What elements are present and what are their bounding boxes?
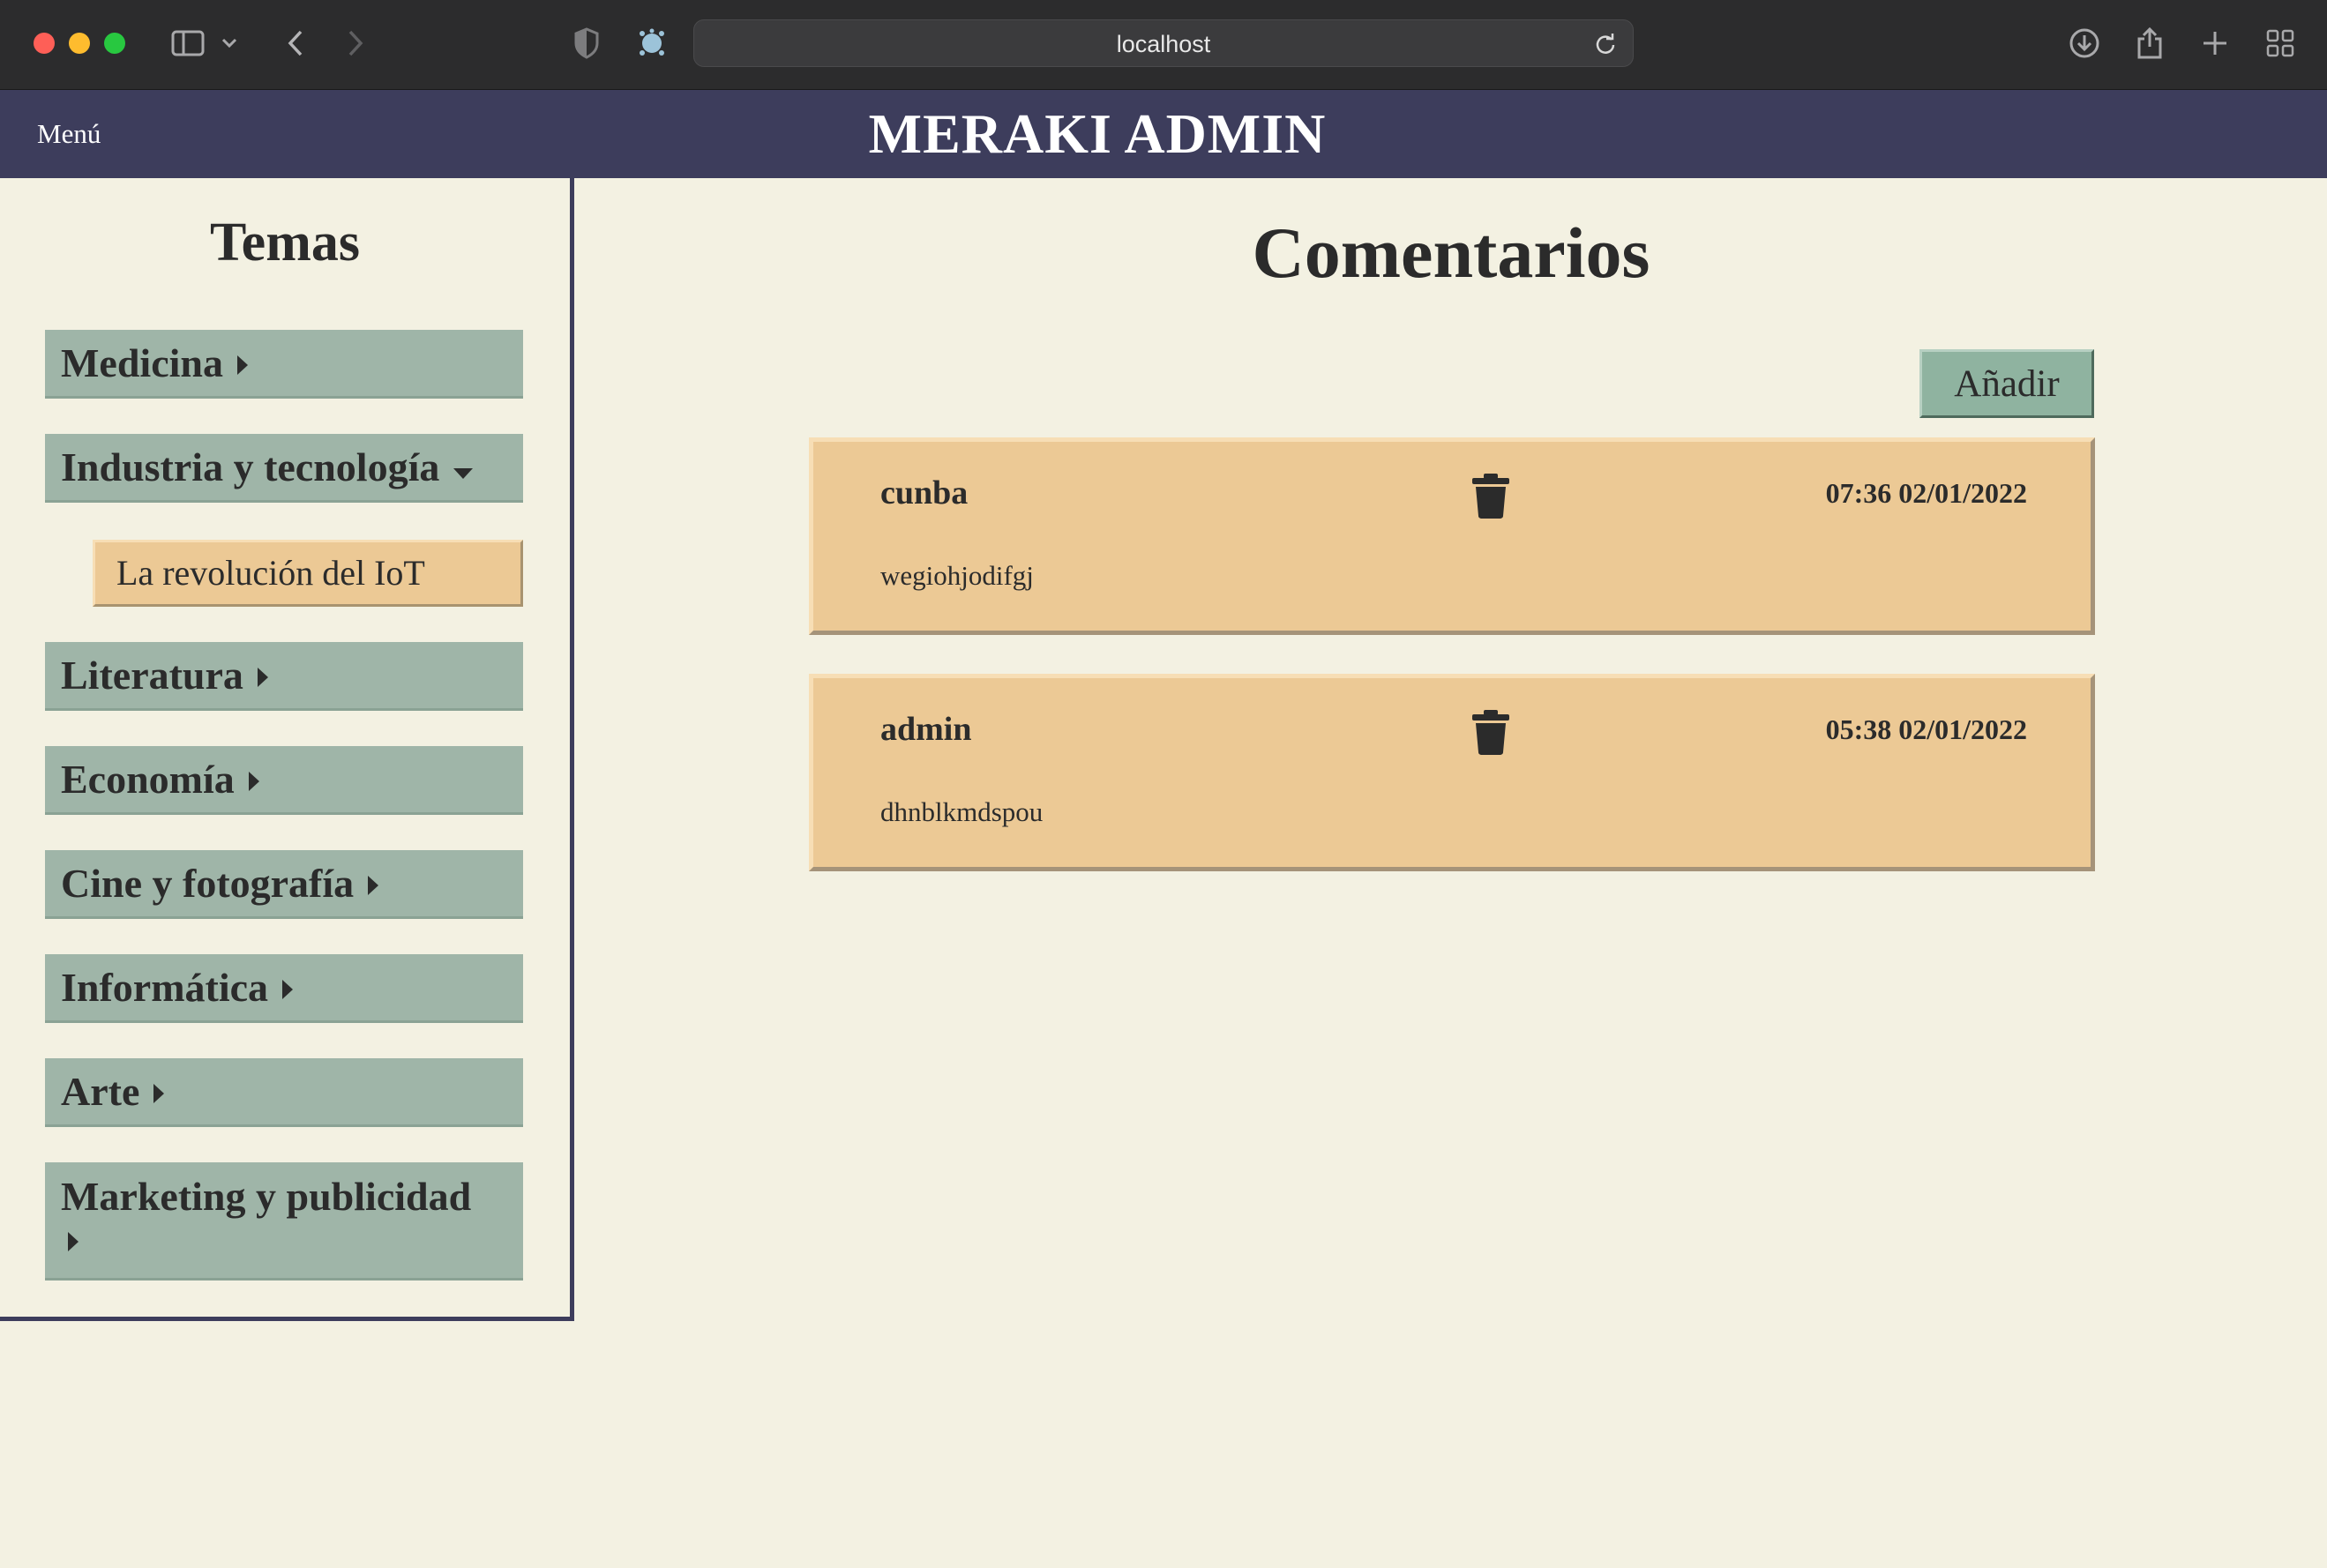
comment-timestamp: 07:36 02/01/2022 [1825, 477, 2027, 509]
topic-arte[interactable]: Arte [45, 1058, 523, 1127]
topic-literatura[interactable]: Literatura [45, 642, 523, 711]
tab-overview-icon[interactable] [2260, 23, 2301, 63]
minimize-window-button[interactable] [69, 33, 90, 54]
comment-text: dhnblkmdspou [880, 796, 1044, 827]
comment-timestamp: 05:38 02/01/2022 [1825, 713, 2027, 745]
browser-toolbar: localhost [0, 0, 2327, 90]
download-icon[interactable] [2064, 23, 2105, 63]
topic-label: Industria y tecnología [61, 444, 440, 489]
topic-industria-y-tecnologia[interactable]: Industria y tecnología [45, 434, 523, 503]
app-title: MERAKI ADMIN [868, 102, 1327, 165]
caret-right-icon [281, 954, 295, 1021]
comment-author: admin [880, 711, 972, 748]
zoom-window-button[interactable] [104, 33, 125, 54]
share-icon[interactable] [2129, 23, 2170, 63]
topic-economia[interactable]: Economía [45, 746, 523, 815]
topics-sidebar: Temas Medicina Industria y tecnología La… [0, 178, 574, 1321]
new-tab-icon[interactable] [2195, 23, 2235, 63]
caret-right-icon [61, 1222, 507, 1258]
caret-right-icon [366, 850, 380, 917]
shield-icon[interactable] [566, 23, 607, 63]
address-bar[interactable]: localhost [693, 19, 1634, 67]
back-icon[interactable] [275, 23, 316, 63]
topic-cine-y-fotografia[interactable]: Cine y fotografía [45, 850, 523, 919]
topic-label: Medicina [61, 340, 223, 385]
trash-icon[interactable] [1470, 708, 1511, 756]
chevron-down-icon[interactable] [215, 23, 243, 63]
page-title: Comentarios [1252, 213, 1650, 293]
close-window-button[interactable] [34, 33, 55, 54]
topic-label: Economía [61, 757, 235, 802]
topic-label: Marketing y publicidad [61, 1174, 472, 1219]
sidebar-title: Temas [210, 213, 360, 273]
topic-label: Literatura [61, 653, 243, 698]
comment-author: cunba [880, 474, 969, 511]
caret-right-icon [247, 746, 261, 813]
topic-label: Informática [61, 965, 269, 1010]
comment-text: wegiohjodifgj [880, 560, 1034, 591]
topic-label: Cine y fotografía [61, 861, 355, 906]
caret-right-icon [256, 642, 270, 709]
subtopic-la-revolucion-del-iot[interactable]: La revolución del IoT [93, 540, 523, 607]
sidebar-icon[interactable] [168, 23, 208, 63]
caret-down-icon [452, 434, 475, 501]
topic-label: Arte [61, 1069, 140, 1114]
forward-icon[interactable] [335, 23, 376, 63]
caret-right-icon [152, 1058, 166, 1125]
url-text: localhost [1116, 31, 1211, 57]
caret-right-icon [236, 330, 250, 397]
comment-card: admin 05:38 02/01/2022 dhnblkmdspou [809, 674, 2095, 871]
extension-icon[interactable] [632, 23, 672, 63]
topic-medicina[interactable]: Medicina [45, 330, 523, 399]
trash-icon[interactable] [1470, 472, 1511, 519]
comment-card: cunba 07:36 02/01/2022 wegiohjodifgj [809, 437, 2095, 635]
topic-marketing-y-publicidad[interactable]: Marketing y publicidad [45, 1162, 523, 1281]
app-header: Menú MERAKI ADMIN [0, 90, 2327, 178]
add-comment-button[interactable]: Añadir [1919, 349, 2094, 418]
topic-informatica[interactable]: Informática [45, 954, 523, 1023]
reload-icon[interactable] [1589, 27, 1622, 61]
